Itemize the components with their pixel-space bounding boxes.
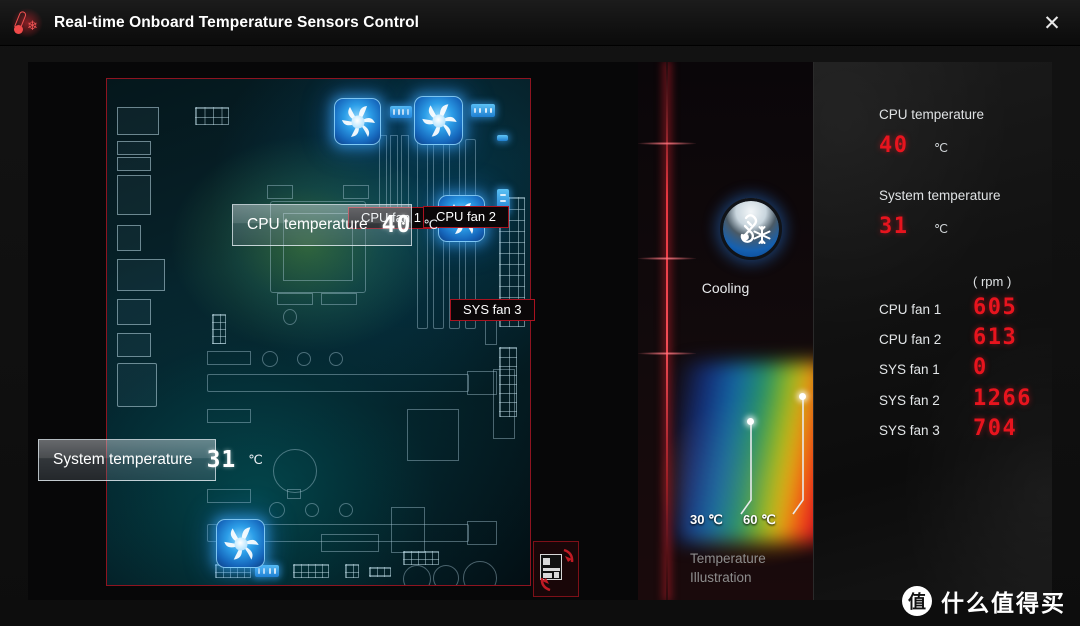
audio-capacitor: [433, 565, 459, 585]
cpu-temperature-unit: ℃: [934, 141, 949, 155]
pcie-x16-slot-latch: [467, 521, 497, 545]
fan-header-connector: [390, 106, 412, 118]
system-temperature-tooltip-unit: ℃: [248, 452, 263, 467]
fan-row-rpm: 704: [973, 416, 1018, 441]
ram-slot: [417, 139, 428, 329]
fan-row-rpm: 0: [973, 355, 988, 380]
io-port-outline: [117, 107, 159, 135]
cooling-illustration-panel: Cooling 30 ℃ 60 ℃ Temperature Illustrati…: [638, 62, 813, 600]
fan-row-label: CPU fan 2: [879, 332, 942, 347]
illustration-caption-line2: Illustration: [690, 570, 752, 585]
capacitor: [269, 502, 285, 518]
capacitor: [262, 351, 278, 367]
motherboard-diagram: [106, 78, 531, 586]
fan-row-rpm: 613: [973, 325, 1018, 350]
fan-row-rpm: 605: [973, 295, 1018, 320]
watermark: 值 什么值得买: [902, 584, 1066, 618]
capacitor: [305, 503, 319, 517]
cpu-fan-1-icon[interactable]: [334, 98, 381, 145]
audio-capacitor: [403, 565, 431, 585]
watermark-logo: 值: [902, 586, 932, 616]
board-edge-notch: [321, 534, 379, 552]
sensor-readout-panel: CPU temperature 40 ℃ System temperature …: [813, 62, 1052, 600]
system-temperature-tooltip[interactable]: System temperature 31 ℃: [38, 439, 263, 481]
socket-lever: [267, 185, 293, 199]
cmos-battery-tab: [287, 489, 301, 499]
motherboard-panel: CPU fan 1 CPU fan 2 SYS fan 3 SYS fan 2 …: [28, 62, 638, 600]
fan-header-connector: [497, 135, 508, 141]
cpu-temperature-label: CPU temperature: [879, 107, 985, 122]
cpu-temperature-tooltip-unit: ℃: [423, 217, 438, 232]
io-port-outline: [117, 299, 151, 325]
illustration-caption: Temperature Illustration: [690, 549, 813, 587]
rpm-header: ( rpm ): [973, 274, 1012, 289]
close-icon[interactable]: ✕: [1030, 4, 1074, 42]
io-port-outline: [117, 225, 141, 251]
front-panel-header: [345, 564, 359, 578]
capacitor: [297, 352, 311, 366]
io-port-outline: [117, 175, 151, 215]
io-port-outline: [117, 141, 151, 155]
window-title: Real-time Onboard Temperature Sensors Co…: [54, 13, 420, 31]
flip-board-button[interactable]: [533, 541, 579, 597]
system-temperature-label: System temperature: [879, 188, 1001, 203]
cpu-temperature-value: 40: [879, 133, 909, 158]
front-panel-header: [293, 564, 329, 578]
watermark-text: 什么值得买: [941, 591, 1066, 617]
fan-row-label: SYS fan 3: [879, 423, 940, 438]
fan-row-rpm: 1266: [973, 386, 1032, 411]
capacitor: [329, 352, 343, 366]
vrm-block: [390, 135, 398, 209]
system-temperature-tooltip-value: 31: [206, 447, 237, 473]
front-panel-header: [369, 567, 391, 577]
system-temperature-value: 31: [879, 214, 909, 239]
pcie-x16-slot-latch: [467, 371, 497, 395]
cpu-temperature-tooltip[interactable]: CPU temperature 40 ℃: [232, 204, 438, 246]
socket-hole: [283, 309, 297, 325]
cpu-temperature-tooltip-label: CPU temperature: [247, 216, 368, 233]
audio-capacitor: [463, 561, 497, 585]
io-port-outline: [117, 363, 157, 407]
socket-bracket: [277, 293, 313, 305]
thermometer-snowflake-icon: ❄: [10, 7, 44, 38]
pcie-x16-slot: [207, 374, 469, 392]
io-port-outline: [117, 333, 151, 357]
audio-header: [403, 551, 439, 565]
fan-header-connector: [471, 104, 495, 117]
system-temperature-unit: ℃: [934, 222, 949, 236]
cpu-temperature-tooltip-value: 40: [381, 212, 412, 238]
system-temperature-tooltip-label: System temperature: [53, 451, 193, 468]
fan-label-sys-fan-3[interactable]: SYS fan 3: [450, 299, 535, 321]
illustration-caption-line1: Temperature: [690, 551, 766, 566]
fan-row-label: SYS fan 1: [879, 362, 940, 377]
sys-fan-2-icon[interactable]: [216, 519, 265, 568]
vrm-block: [379, 135, 387, 209]
socket-lever: [343, 185, 369, 199]
io-port-outline: [117, 157, 151, 171]
legend-label-30c: 30 ℃: [690, 512, 723, 527]
cpu-fan-2-icon[interactable]: [414, 96, 463, 145]
sata-port: [207, 409, 251, 423]
io-port-outline: [117, 259, 165, 291]
sata-port: [207, 489, 251, 503]
chipset-chip: [407, 409, 459, 461]
cmos-battery: [273, 449, 317, 493]
socket-bracket: [321, 293, 357, 305]
fan-row-label: CPU fan 1: [879, 302, 942, 317]
title-bar: ❄ Real-time Onboard Temperature Sensors …: [0, 0, 1080, 46]
fan-row-label: SYS fan 2: [879, 393, 940, 408]
capacitor: [339, 503, 353, 517]
sata-port-group: [212, 314, 226, 344]
legend-label-60c: 60 ℃: [743, 512, 776, 527]
temperature-control-window: ❄ Real-time Onboard Temperature Sensors …: [0, 0, 1080, 626]
main-stage: CPU fan 1 CPU fan 2 SYS fan 3 SYS fan 2 …: [28, 62, 1052, 600]
legend-leader-lines: [740, 397, 804, 515]
atx-8pin-connector: [195, 107, 229, 125]
vrm-block: [401, 135, 409, 209]
sata-port: [207, 351, 251, 365]
